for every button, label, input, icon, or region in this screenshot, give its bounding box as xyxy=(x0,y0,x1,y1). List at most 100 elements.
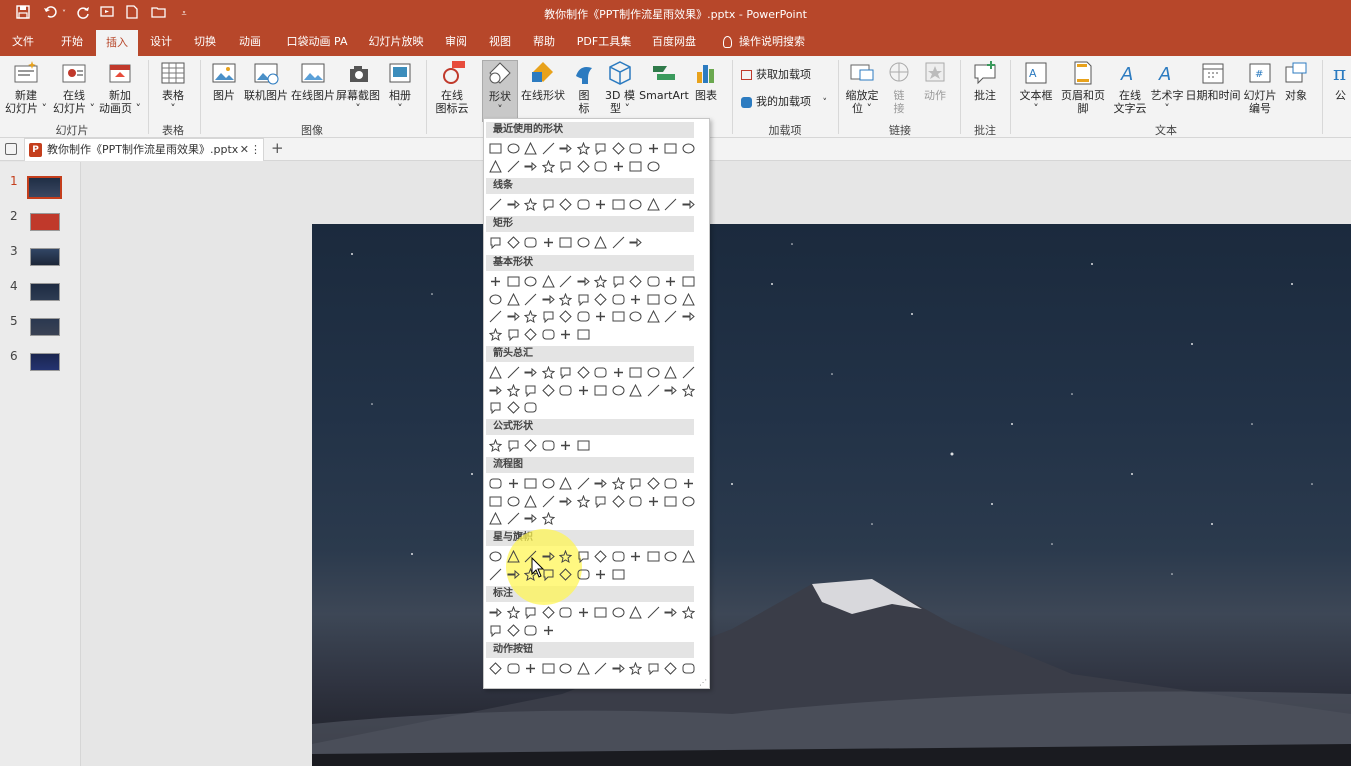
online-shapes-button[interactable]: 在线形状 xyxy=(520,60,566,122)
shape-item[interactable] xyxy=(681,383,696,398)
shape-item[interactable] xyxy=(681,274,696,289)
shape-item[interactable] xyxy=(576,327,591,342)
shape-item[interactable] xyxy=(681,309,696,324)
shape-item[interactable] xyxy=(646,309,661,324)
shape-item[interactable] xyxy=(488,365,503,380)
tab-pocket-animation[interactable]: 口袋动画 PA xyxy=(280,28,354,56)
online-pictures-button[interactable]: 联机图片 xyxy=(243,60,289,122)
shape-item[interactable] xyxy=(611,292,626,307)
shape-item[interactable] xyxy=(523,309,538,324)
header-footer-button[interactable]: 页眉和页脚 xyxy=(1056,60,1110,122)
shape-item[interactable] xyxy=(611,567,626,582)
shape-item[interactable] xyxy=(628,383,643,398)
3d-models-button[interactable]: 3D 模 型 ˅ xyxy=(602,60,638,122)
shape-item[interactable] xyxy=(576,605,591,620)
shape-item[interactable] xyxy=(593,197,608,212)
shape-item[interactable] xyxy=(506,365,521,380)
shape-item[interactable] xyxy=(576,383,591,398)
shape-item[interactable] xyxy=(576,567,591,582)
shape-item[interactable] xyxy=(646,159,661,174)
zoom-button[interactable]: 缩放定 位 ˅ xyxy=(842,60,882,122)
online-slide-button[interactable]: 在线 幻灯片 ˅ xyxy=(50,60,98,122)
shape-item[interactable] xyxy=(506,549,521,564)
shape-item[interactable] xyxy=(646,383,661,398)
shape-item[interactable] xyxy=(488,400,503,415)
shape-item[interactable] xyxy=(506,400,521,415)
shape-item[interactable] xyxy=(558,549,573,564)
shape-item[interactable] xyxy=(506,383,521,398)
shape-item[interactable] xyxy=(488,605,503,620)
shape-item[interactable] xyxy=(593,661,608,676)
shape-item[interactable] xyxy=(681,549,696,564)
tab-home[interactable]: 开始 xyxy=(52,28,92,56)
shape-item[interactable] xyxy=(681,661,696,676)
shape-item[interactable] xyxy=(523,661,538,676)
shape-item[interactable] xyxy=(506,661,521,676)
shape-item[interactable] xyxy=(628,292,643,307)
shape-item[interactable] xyxy=(611,549,626,564)
shape-item[interactable] xyxy=(611,159,626,174)
shape-item[interactable] xyxy=(593,292,608,307)
shape-item[interactable] xyxy=(541,327,556,342)
comment-button[interactable]: 批注 xyxy=(966,60,1004,122)
shape-item[interactable] xyxy=(558,159,573,174)
link-button[interactable]: 链 接 xyxy=(884,60,914,122)
action-button[interactable]: 动作 xyxy=(918,60,952,122)
shape-item[interactable] xyxy=(576,476,591,491)
shape-item[interactable] xyxy=(593,274,608,289)
more-icon[interactable]: ⋮ xyxy=(250,139,261,160)
shape-item[interactable] xyxy=(611,235,626,250)
shape-item[interactable] xyxy=(628,197,643,212)
shape-item[interactable] xyxy=(628,309,643,324)
shape-item[interactable] xyxy=(681,494,696,509)
shape-item[interactable] xyxy=(576,274,591,289)
shape-item[interactable] xyxy=(611,365,626,380)
shape-item[interactable] xyxy=(663,309,678,324)
shape-item[interactable] xyxy=(646,549,661,564)
shape-item[interactable] xyxy=(663,494,678,509)
shape-item[interactable] xyxy=(523,383,538,398)
screenshot-button[interactable]: 屏幕截图 ˅ xyxy=(336,60,380,122)
shape-item[interactable] xyxy=(611,661,626,676)
shape-item[interactable] xyxy=(663,141,678,156)
resize-grip-icon[interactable]: ⋰ xyxy=(699,678,707,687)
shape-item[interactable] xyxy=(611,383,626,398)
shape-item[interactable] xyxy=(488,623,503,638)
shape-item[interactable] xyxy=(611,141,626,156)
shape-item[interactable] xyxy=(488,476,503,491)
shape-item[interactable] xyxy=(488,159,503,174)
shape-item[interactable] xyxy=(488,327,503,342)
object-button[interactable]: 对象 xyxy=(1280,60,1312,122)
shape-item[interactable] xyxy=(646,365,661,380)
shape-item[interactable] xyxy=(663,383,678,398)
tab-list-icon[interactable] xyxy=(5,143,17,155)
shape-item[interactable] xyxy=(646,661,661,676)
shape-item[interactable] xyxy=(523,438,538,453)
icons-button[interactable]: 图 标 xyxy=(566,60,602,122)
shape-item[interactable] xyxy=(506,511,521,526)
shape-item[interactable] xyxy=(488,661,503,676)
photo-album-button[interactable]: 相册 ˅ xyxy=(381,60,419,122)
shape-item[interactable] xyxy=(646,494,661,509)
shape-item[interactable] xyxy=(523,494,538,509)
shape-item[interactable] xyxy=(593,159,608,174)
shape-item[interactable] xyxy=(523,623,538,638)
shape-item[interactable] xyxy=(506,274,521,289)
tab-insert[interactable]: 插入 xyxy=(96,30,138,56)
shape-item[interactable] xyxy=(576,661,591,676)
shape-item[interactable] xyxy=(576,549,591,564)
chart-button[interactable]: 图表 xyxy=(690,60,722,122)
shape-item[interactable] xyxy=(558,567,573,582)
web-pictures-button[interactable]: 在线图片 xyxy=(290,60,336,122)
equation-button[interactable]: π 公 xyxy=(1330,60,1351,122)
shape-item[interactable] xyxy=(663,292,678,307)
shape-item[interactable] xyxy=(541,494,556,509)
shape-item[interactable] xyxy=(558,274,573,289)
slide-thumbnail[interactable] xyxy=(30,318,60,336)
shape-item[interactable] xyxy=(541,197,556,212)
shape-item[interactable] xyxy=(558,476,573,491)
shape-item[interactable] xyxy=(681,476,696,491)
shape-item[interactable] xyxy=(593,567,608,582)
shape-item[interactable] xyxy=(506,438,521,453)
shape-item[interactable] xyxy=(593,494,608,509)
